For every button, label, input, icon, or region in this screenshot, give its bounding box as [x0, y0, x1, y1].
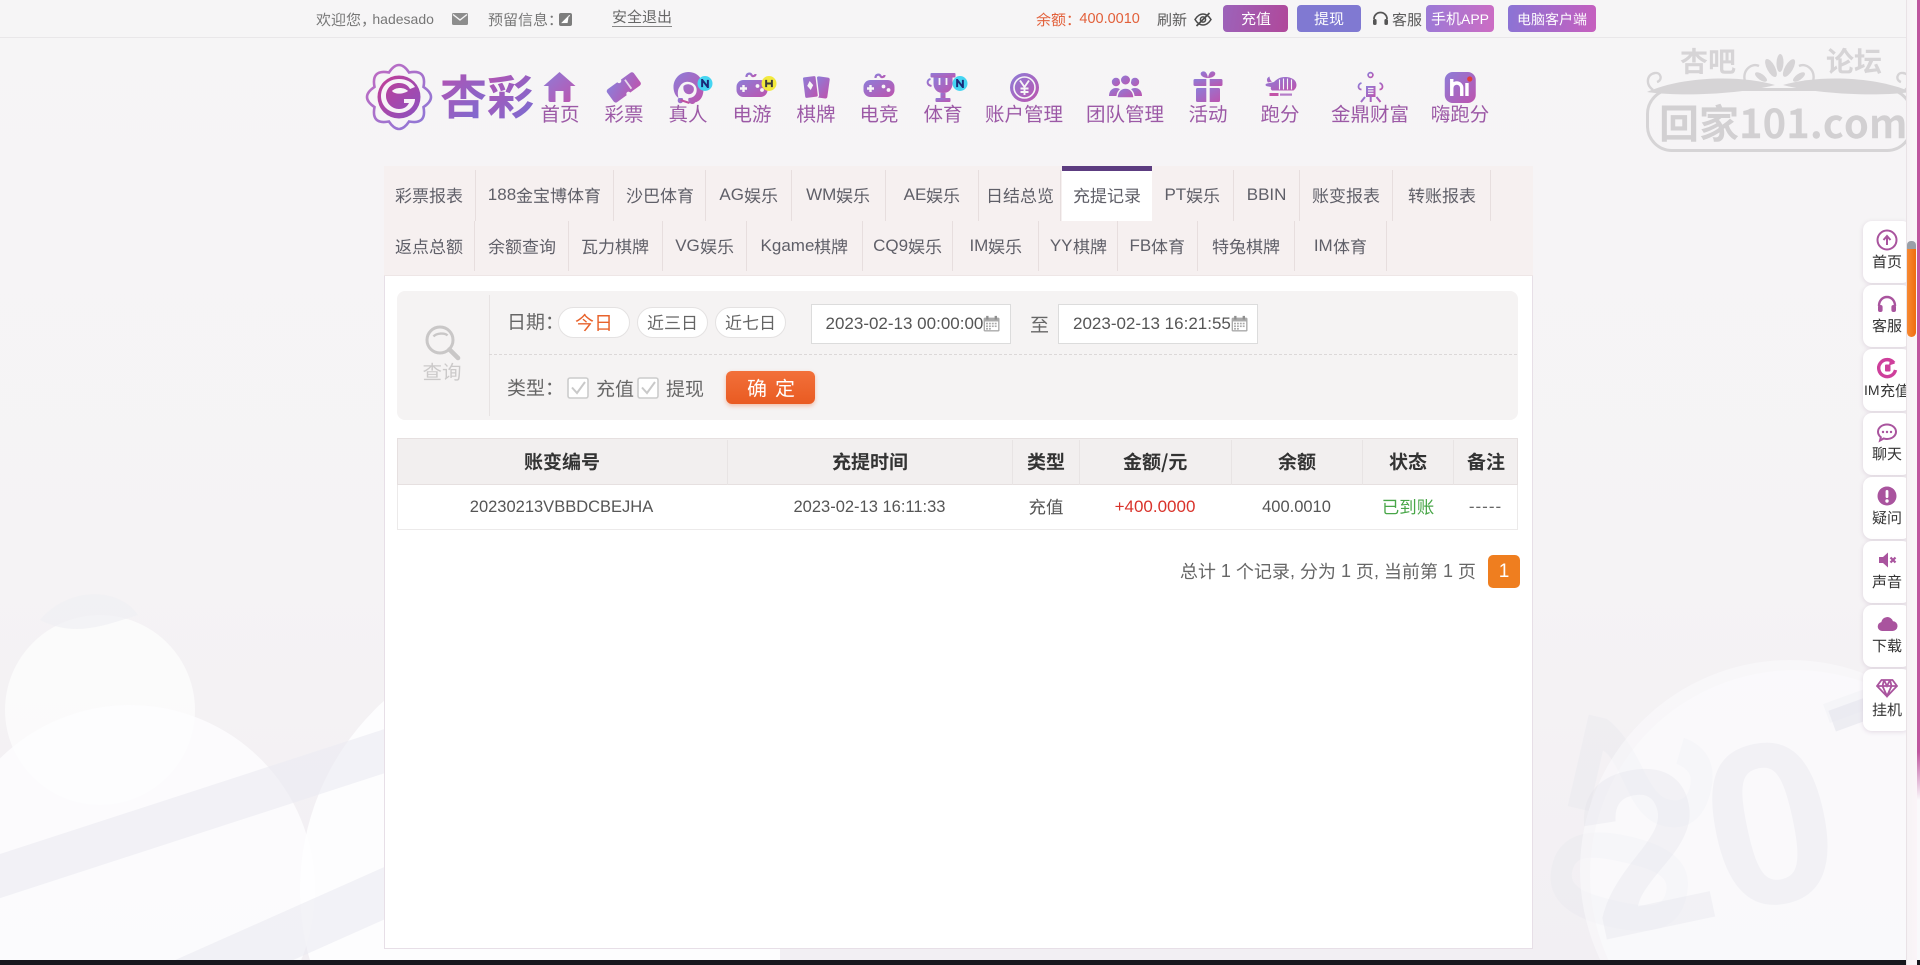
svg-text:20: 20 [1556, 684, 1860, 965]
